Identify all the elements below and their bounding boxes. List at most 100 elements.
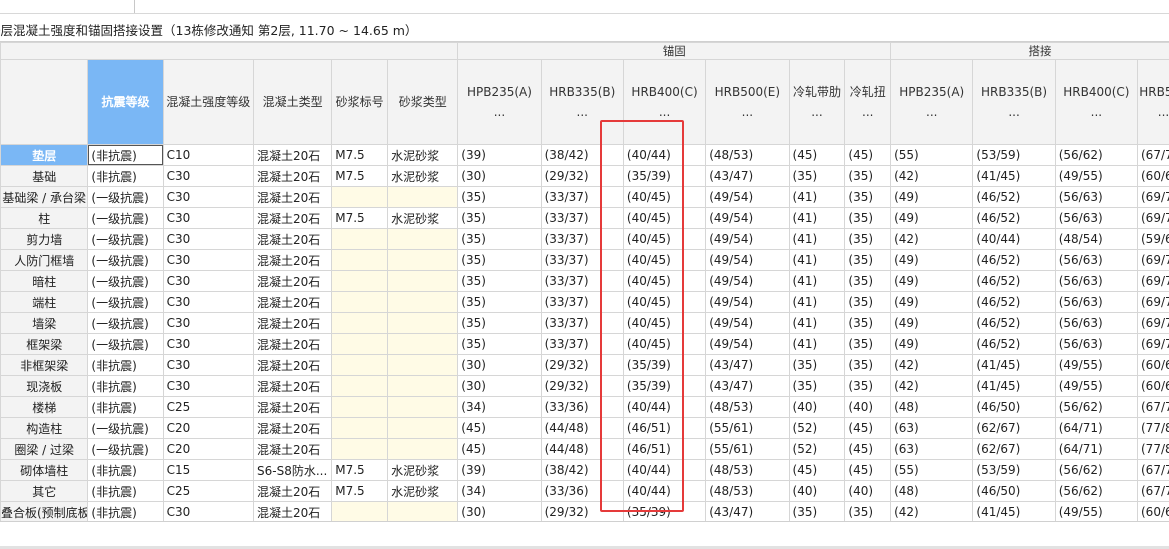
table-cell[interactable]: (60/66)	[1137, 165, 1169, 187]
table-cell[interactable]: C30	[162, 249, 255, 271]
table-cell[interactable]: (41)	[788, 228, 846, 250]
table-cell[interactable]: 水泥砂浆	[387, 165, 459, 187]
table-cell[interactable]: (一级抗震)	[87, 438, 164, 460]
table-cell[interactable]: (52)	[788, 417, 846, 439]
table-cell[interactable]: (35)	[457, 207, 542, 229]
table-cell[interactable]: (29/32)	[540, 501, 624, 521]
row-header[interactable]: 端柱	[0, 291, 89, 313]
table-cell[interactable]: (一级抗震)	[87, 207, 164, 229]
table-cell[interactable]: (一级抗震)	[87, 270, 164, 292]
column-header-14[interactable]: HRB400(C)...	[1054, 59, 1139, 145]
table-cell[interactable]	[331, 396, 389, 418]
table-cell[interactable]: (41)	[788, 291, 846, 313]
table-cell[interactable]: (45)	[457, 417, 542, 439]
column-header-3[interactable]: 混凝土类型	[253, 59, 333, 145]
table-row[interactable]: 楼梯 (非抗震) C25 混凝土20石 (34) (33/36) (40/44) (48/53…	[0, 396, 1169, 418]
row-header[interactable]: 楼梯	[0, 396, 89, 418]
table-cell[interactable]: (45)	[844, 417, 892, 439]
table-cell[interactable]: M7.5	[331, 144, 389, 166]
table-cell[interactable]: (43/47)	[705, 501, 790, 521]
table-cell[interactable]: (一级抗震)	[87, 333, 164, 355]
table-cell[interactable]	[331, 312, 389, 334]
table-cell[interactable]: (40/45)	[622, 270, 707, 292]
table-cell[interactable]: (35)	[844, 333, 892, 355]
table-cell[interactable]: 混凝土20石	[253, 501, 333, 521]
table-cell[interactable]: (40/45)	[622, 291, 707, 313]
table-cell[interactable]: 混凝土20石	[253, 270, 333, 292]
table-cell[interactable]: C25	[162, 396, 255, 418]
table-cell[interactable]: (40/44)	[622, 144, 707, 166]
table-cell[interactable]: (62/67)	[972, 438, 1056, 460]
table-cell[interactable]: C30	[162, 291, 255, 313]
table-cell[interactable]: (40/45)	[622, 186, 707, 208]
table-cell[interactable]: (77/85)	[1137, 438, 1169, 460]
table-cell[interactable]: (46/52)	[972, 312, 1056, 334]
table-cell[interactable]: (45)	[457, 438, 542, 460]
table-cell[interactable]: (42)	[890, 354, 974, 376]
table-cell[interactable]: (35)	[788, 354, 846, 376]
table-cell[interactable]: (非抗震)	[87, 501, 164, 521]
table-cell[interactable]: (42)	[890, 375, 974, 397]
table-cell[interactable]: 混凝土20石	[253, 396, 333, 418]
table-cell[interactable]: 混凝土20石	[253, 144, 333, 166]
table-cell[interactable]: 混凝土20石	[253, 165, 333, 187]
table-cell[interactable]: (43/47)	[705, 375, 790, 397]
table-cell[interactable]: (41)	[788, 312, 846, 334]
table-cell[interactable]: (30)	[457, 354, 542, 376]
table-cell[interactable]	[331, 354, 389, 376]
table-cell[interactable]: (非抗震)	[87, 354, 164, 376]
column-header-5[interactable]: 砂浆类型	[387, 59, 459, 145]
table-cell[interactable]: (40/45)	[622, 249, 707, 271]
column-header-12[interactable]: HPB235(A)...	[890, 59, 974, 145]
table-cell[interactable]: (42)	[890, 501, 974, 521]
row-header[interactable]: 砌体墙柱	[0, 459, 89, 481]
table-cell[interactable]: (33/37)	[540, 270, 624, 292]
table-cell[interactable]: (49)	[890, 186, 974, 208]
table-cell[interactable]: (56/63)	[1054, 186, 1139, 208]
column-header-13[interactable]: HRB335(B)...	[972, 59, 1056, 145]
table-cell[interactable]: (49/55)	[1054, 375, 1139, 397]
row-header[interactable]: 剪力墙	[0, 228, 89, 250]
table-cell[interactable]: (60/66)	[1137, 375, 1169, 397]
table-cell[interactable]: (35)	[844, 207, 892, 229]
table-cell[interactable]: M7.5	[331, 165, 389, 187]
table-cell[interactable]: (49)	[890, 249, 974, 271]
table-cell[interactable]: (46/52)	[972, 270, 1056, 292]
table-cell[interactable]: (35)	[457, 291, 542, 313]
table-cell[interactable]: (34)	[457, 480, 542, 502]
table-cell[interactable]	[387, 312, 459, 334]
table-cell[interactable]: (67/74)	[1137, 396, 1169, 418]
table-cell[interactable]: (63)	[890, 417, 974, 439]
table-cell[interactable]: (49)	[890, 312, 974, 334]
table-cell[interactable]	[387, 375, 459, 397]
table-cell[interactable]: (非抗震)	[87, 480, 164, 502]
table-cell[interactable]: (41/45)	[972, 354, 1056, 376]
table-cell[interactable]: (41)	[788, 207, 846, 229]
table-cell[interactable]: (46/50)	[972, 396, 1056, 418]
table-cell[interactable]: (67/74)	[1137, 459, 1169, 481]
table-cell[interactable]: (35/39)	[622, 375, 707, 397]
table-cell[interactable]: (49)	[890, 207, 974, 229]
table-cell[interactable]: (64/71)	[1054, 438, 1139, 460]
table-cell[interactable]: (35)	[844, 165, 892, 187]
table-cell[interactable]: 混凝土20石	[253, 333, 333, 355]
table-cell[interactable]: (38/42)	[540, 459, 624, 481]
table-cell[interactable]	[387, 291, 459, 313]
table-cell[interactable]: (46/51)	[622, 438, 707, 460]
table-cell[interactable]: (53/59)	[972, 459, 1056, 481]
table-cell[interactable]: (35)	[457, 333, 542, 355]
table-cell[interactable]: (非抗震)	[87, 459, 164, 481]
table-cell[interactable]: (29/32)	[540, 354, 624, 376]
table-row[interactable]: 墙梁 (一级抗震) C30 混凝土20石 (35) (33/37) (40/45) (49/5…	[0, 312, 1169, 334]
table-cell[interactable]: (43/47)	[705, 354, 790, 376]
table-cell[interactable]: (59/65)	[1137, 228, 1169, 250]
table-row[interactable]: 其它 (非抗震) C25 混凝土20石 M7.5 水泥砂浆 (34) (33/36) (40/4…	[0, 480, 1169, 502]
table-cell[interactable]: (35)	[457, 228, 542, 250]
table-cell[interactable]: (46/52)	[972, 291, 1056, 313]
table-cell[interactable]: (35)	[457, 249, 542, 271]
table-cell[interactable]: (69/76)	[1137, 291, 1169, 313]
table-cell[interactable]: (33/37)	[540, 207, 624, 229]
table-cell[interactable]: (35)	[844, 501, 892, 521]
table-cell[interactable]: (46/52)	[972, 207, 1056, 229]
table-cell[interactable]: (29/32)	[540, 165, 624, 187]
